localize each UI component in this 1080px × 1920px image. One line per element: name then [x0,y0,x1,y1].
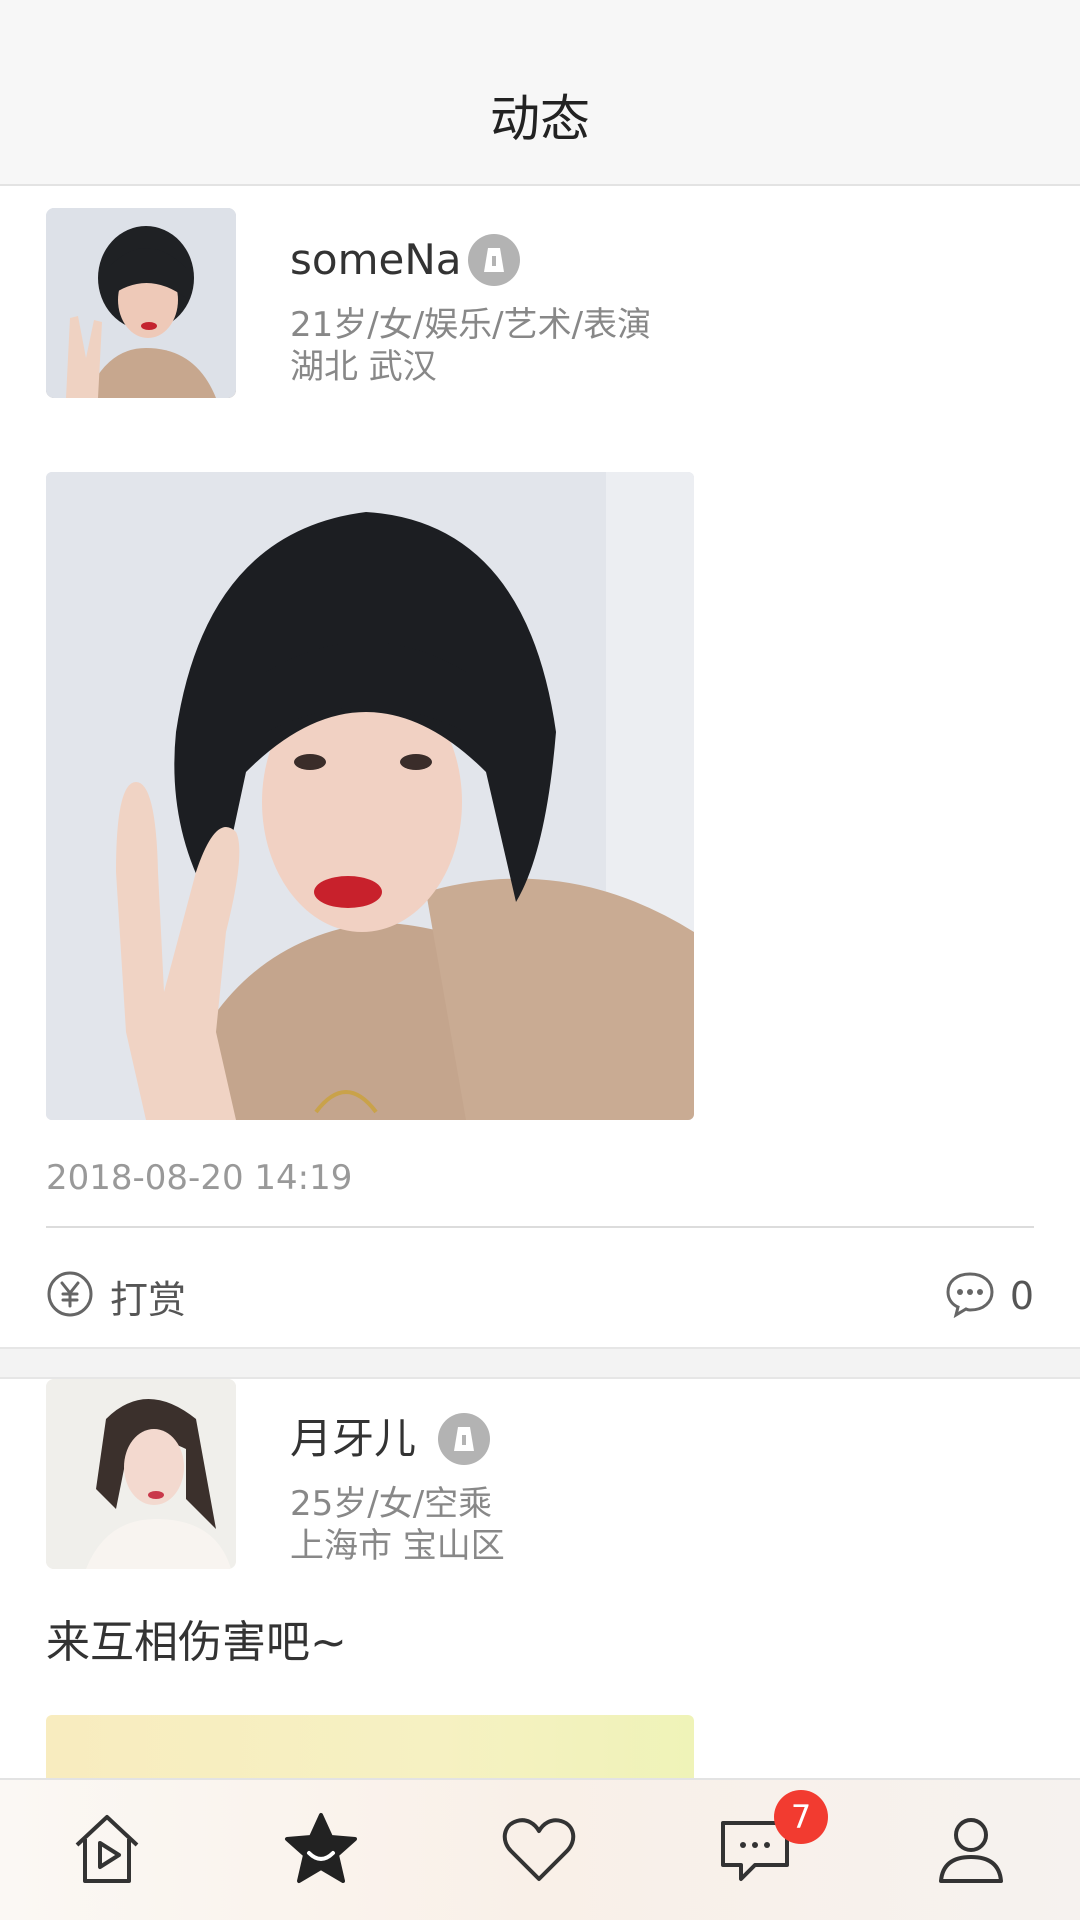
post-timestamp: 2018-08-20 14:19 [46,1158,353,1198]
feed-list[interactable]: someNa 21岁/女/娱乐/艺术/表演 湖北 武汉 2018-08-20 1… [0,186,1080,1778]
tip-button[interactable]: 打赏 [46,1266,186,1326]
comment-count: 0 [1009,1274,1034,1318]
user-location: 上海市 宝山区 [290,1526,505,1566]
user-avatar[interactable] [46,1379,236,1569]
comment-button[interactable]: 0 [944,1266,1034,1326]
verified-badge-icon [468,234,520,286]
user-info: 25岁/女/空乘 上海市 宝山区 [290,1483,505,1567]
user-details: 21岁/女/娱乐/艺术/表演 [290,305,652,345]
username[interactable]: 月牙儿 [290,1411,416,1467]
tab-profile[interactable] [926,1806,1016,1896]
tab-discover[interactable] [276,1806,366,1896]
tab-likes[interactable] [494,1806,584,1896]
username[interactable]: someNa [290,232,462,288]
heart-icon [499,1809,579,1893]
post-caption: 来互相伤害吧~ [46,1617,347,1668]
verified-badge-icon [438,1413,490,1465]
profile-icon [931,1809,1011,1893]
feed-post: someNa 21岁/女/娱乐/艺术/表演 湖北 武汉 2018-08-20 1… [0,186,1080,1347]
user-avatar[interactable] [46,208,236,398]
tip-label: 打赏 [110,1277,187,1322]
user-info: 21岁/女/娱乐/艺术/表演 湖北 武汉 [290,304,651,388]
yuan-coin-icon [46,1270,94,1322]
user-location: 湖北 武汉 [290,347,437,387]
top-navigation-bar: 动态 [0,0,1080,186]
user-details: 25岁/女/空乘 [290,1484,493,1524]
star-icon [281,1809,361,1893]
post-photo[interactable] [46,1715,694,1778]
post-photo[interactable] [46,472,694,1120]
feed-post: 月牙儿 25岁/女/空乘 上海市 宝山区 来互相伤害吧~ [0,1379,1080,1778]
home-play-icon [67,1809,147,1893]
divider [46,1226,1034,1228]
unread-badge: 7 [774,1790,828,1844]
bottom-tab-bar: 7 [0,1778,1080,1920]
page-title: 动态 [490,90,590,148]
tab-home[interactable] [62,1806,152,1896]
post-separator [0,1347,1080,1379]
comment-bubble-icon [944,1270,996,1322]
